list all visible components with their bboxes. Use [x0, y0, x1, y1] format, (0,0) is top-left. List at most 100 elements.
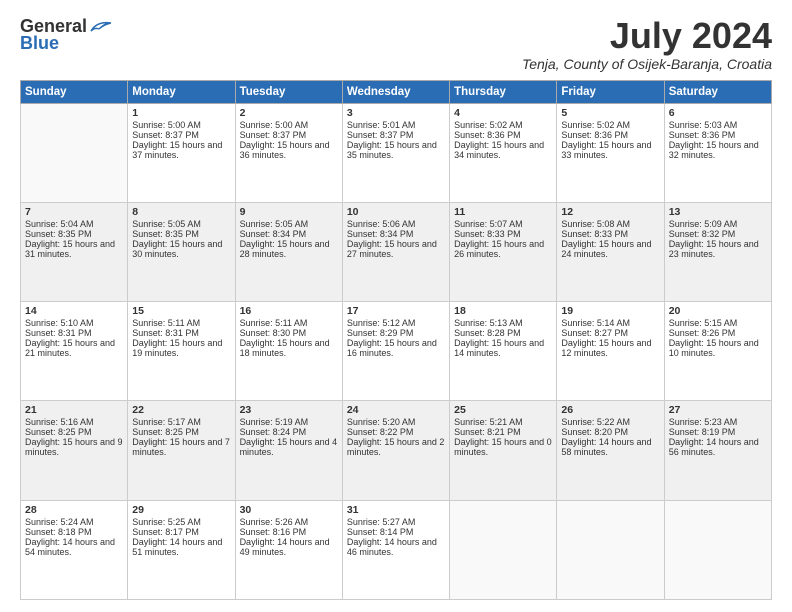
- sunset-text: Sunset: 8:34 PM: [347, 229, 414, 239]
- sunset-text: Sunset: 8:37 PM: [132, 130, 199, 140]
- daylight-text: Daylight: 14 hours and 49 minutes.: [240, 537, 330, 557]
- daylight-text: Daylight: 14 hours and 46 minutes.: [347, 537, 437, 557]
- sunrise-text: Sunrise: 5:05 AM: [240, 219, 309, 229]
- sunset-text: Sunset: 8:30 PM: [240, 328, 307, 338]
- calendar-cell: 11 Sunrise: 5:07 AM Sunset: 8:33 PM Dayl…: [450, 202, 557, 301]
- day-number: 1: [132, 107, 230, 119]
- sunrise-text: Sunrise: 5:11 AM: [240, 318, 308, 328]
- calendar-cell: 28 Sunrise: 5:24 AM Sunset: 8:18 PM Dayl…: [21, 500, 128, 599]
- sunrise-text: Sunrise: 5:03 AM: [669, 120, 738, 130]
- calendar-cell: 9 Sunrise: 5:05 AM Sunset: 8:34 PM Dayli…: [235, 202, 342, 301]
- sunset-text: Sunset: 8:37 PM: [347, 130, 414, 140]
- sunset-text: Sunset: 8:34 PM: [240, 229, 307, 239]
- day-number: 22: [132, 404, 230, 416]
- day-number: 7: [25, 206, 123, 218]
- sunset-text: Sunset: 8:25 PM: [132, 427, 199, 437]
- sunset-text: Sunset: 8:29 PM: [347, 328, 414, 338]
- sunset-text: Sunset: 8:22 PM: [347, 427, 414, 437]
- calendar-cell: 3 Sunrise: 5:01 AM Sunset: 8:37 PM Dayli…: [342, 103, 449, 202]
- sunrise-text: Sunrise: 5:23 AM: [669, 417, 738, 427]
- logo-blue-text: Blue: [20, 33, 59, 54]
- sunrise-text: Sunrise: 5:13 AM: [454, 318, 523, 328]
- sunset-text: Sunset: 8:17 PM: [132, 527, 199, 537]
- sunrise-text: Sunrise: 5:11 AM: [132, 318, 200, 328]
- sunset-text: Sunset: 8:14 PM: [347, 527, 414, 537]
- sunrise-text: Sunrise: 5:20 AM: [347, 417, 416, 427]
- day-number: 14: [25, 305, 123, 317]
- calendar-cell: 10 Sunrise: 5:06 AM Sunset: 8:34 PM Dayl…: [342, 202, 449, 301]
- sunrise-text: Sunrise: 5:26 AM: [240, 517, 309, 527]
- sunset-text: Sunset: 8:33 PM: [454, 229, 521, 239]
- sunset-text: Sunset: 8:16 PM: [240, 527, 307, 537]
- day-number: 26: [561, 404, 659, 416]
- day-number: 23: [240, 404, 338, 416]
- day-number: 31: [347, 504, 445, 516]
- sunset-text: Sunset: 8:25 PM: [25, 427, 92, 437]
- header: General Blue July 2024 Tenja, County of …: [20, 16, 772, 72]
- sunset-text: Sunset: 8:35 PM: [132, 229, 199, 239]
- day-number: 17: [347, 305, 445, 317]
- sunrise-text: Sunrise: 5:00 AM: [132, 120, 201, 130]
- day-number: 28: [25, 504, 123, 516]
- col-wednesday: Wednesday: [342, 80, 449, 103]
- col-tuesday: Tuesday: [235, 80, 342, 103]
- sunrise-text: Sunrise: 5:04 AM: [25, 219, 94, 229]
- sunrise-text: Sunrise: 5:07 AM: [454, 219, 523, 229]
- day-number: 2: [240, 107, 338, 119]
- day-number: 27: [669, 404, 767, 416]
- sunset-text: Sunset: 8:26 PM: [669, 328, 736, 338]
- sunrise-text: Sunrise: 5:06 AM: [347, 219, 416, 229]
- calendar-cell: 30 Sunrise: 5:26 AM Sunset: 8:16 PM Dayl…: [235, 500, 342, 599]
- sunrise-text: Sunrise: 5:05 AM: [132, 219, 201, 229]
- calendar-cell: [557, 500, 664, 599]
- day-number: 19: [561, 305, 659, 317]
- calendar-week-row: 14 Sunrise: 5:10 AM Sunset: 8:31 PM Dayl…: [21, 302, 772, 401]
- calendar-cell: 20 Sunrise: 5:15 AM Sunset: 8:26 PM Dayl…: [664, 302, 771, 401]
- sunset-text: Sunset: 8:24 PM: [240, 427, 307, 437]
- sunrise-text: Sunrise: 5:00 AM: [240, 120, 309, 130]
- logo: General Blue: [20, 16, 111, 54]
- calendar-cell: 7 Sunrise: 5:04 AM Sunset: 8:35 PM Dayli…: [21, 202, 128, 301]
- title-block: July 2024 Tenja, County of Osijek-Baranj…: [522, 16, 772, 72]
- calendar-cell: 26 Sunrise: 5:22 AM Sunset: 8:20 PM Dayl…: [557, 401, 664, 500]
- daylight-text: Daylight: 14 hours and 54 minutes.: [25, 537, 115, 557]
- calendar-cell: 18 Sunrise: 5:13 AM Sunset: 8:28 PM Dayl…: [450, 302, 557, 401]
- calendar-table: Sunday Monday Tuesday Wednesday Thursday…: [20, 80, 772, 600]
- sunset-text: Sunset: 8:21 PM: [454, 427, 521, 437]
- day-number: 24: [347, 404, 445, 416]
- sunset-text: Sunset: 8:27 PM: [561, 328, 628, 338]
- calendar-cell: 12 Sunrise: 5:08 AM Sunset: 8:33 PM Dayl…: [557, 202, 664, 301]
- sunset-text: Sunset: 8:31 PM: [132, 328, 199, 338]
- day-number: 9: [240, 206, 338, 218]
- sunrise-text: Sunrise: 5:17 AM: [132, 417, 201, 427]
- day-number: 30: [240, 504, 338, 516]
- daylight-text: Daylight: 15 hours and 31 minutes.: [25, 239, 115, 259]
- calendar-cell: [450, 500, 557, 599]
- calendar-cell: 17 Sunrise: 5:12 AM Sunset: 8:29 PM Dayl…: [342, 302, 449, 401]
- sunset-text: Sunset: 8:36 PM: [561, 130, 628, 140]
- day-number: 11: [454, 206, 552, 218]
- calendar-cell: 29 Sunrise: 5:25 AM Sunset: 8:17 PM Dayl…: [128, 500, 235, 599]
- day-number: 16: [240, 305, 338, 317]
- calendar-cell: 13 Sunrise: 5:09 AM Sunset: 8:32 PM Dayl…: [664, 202, 771, 301]
- calendar-cell: 6 Sunrise: 5:03 AM Sunset: 8:36 PM Dayli…: [664, 103, 771, 202]
- daylight-text: Daylight: 15 hours and 23 minutes.: [669, 239, 759, 259]
- daylight-text: Daylight: 15 hours and 35 minutes.: [347, 140, 437, 160]
- col-thursday: Thursday: [450, 80, 557, 103]
- daylight-text: Daylight: 14 hours and 58 minutes.: [561, 437, 651, 457]
- daylight-text: Daylight: 15 hours and 9 minutes.: [25, 437, 123, 457]
- calendar-cell: 31 Sunrise: 5:27 AM Sunset: 8:14 PM Dayl…: [342, 500, 449, 599]
- calendar-cell: 2 Sunrise: 5:00 AM Sunset: 8:37 PM Dayli…: [235, 103, 342, 202]
- sunrise-text: Sunrise: 5:21 AM: [454, 417, 523, 427]
- sunset-text: Sunset: 8:36 PM: [454, 130, 521, 140]
- day-number: 6: [669, 107, 767, 119]
- sunrise-text: Sunrise: 5:10 AM: [25, 318, 94, 328]
- sunset-text: Sunset: 8:31 PM: [25, 328, 92, 338]
- sunrise-text: Sunrise: 5:27 AM: [347, 517, 416, 527]
- sunset-text: Sunset: 8:33 PM: [561, 229, 628, 239]
- daylight-text: Daylight: 15 hours and 36 minutes.: [240, 140, 330, 160]
- daylight-text: Daylight: 15 hours and 37 minutes.: [132, 140, 222, 160]
- logo-bird-icon: [89, 19, 111, 35]
- sunrise-text: Sunrise: 5:19 AM: [240, 417, 309, 427]
- daylight-text: Daylight: 15 hours and 7 minutes.: [132, 437, 230, 457]
